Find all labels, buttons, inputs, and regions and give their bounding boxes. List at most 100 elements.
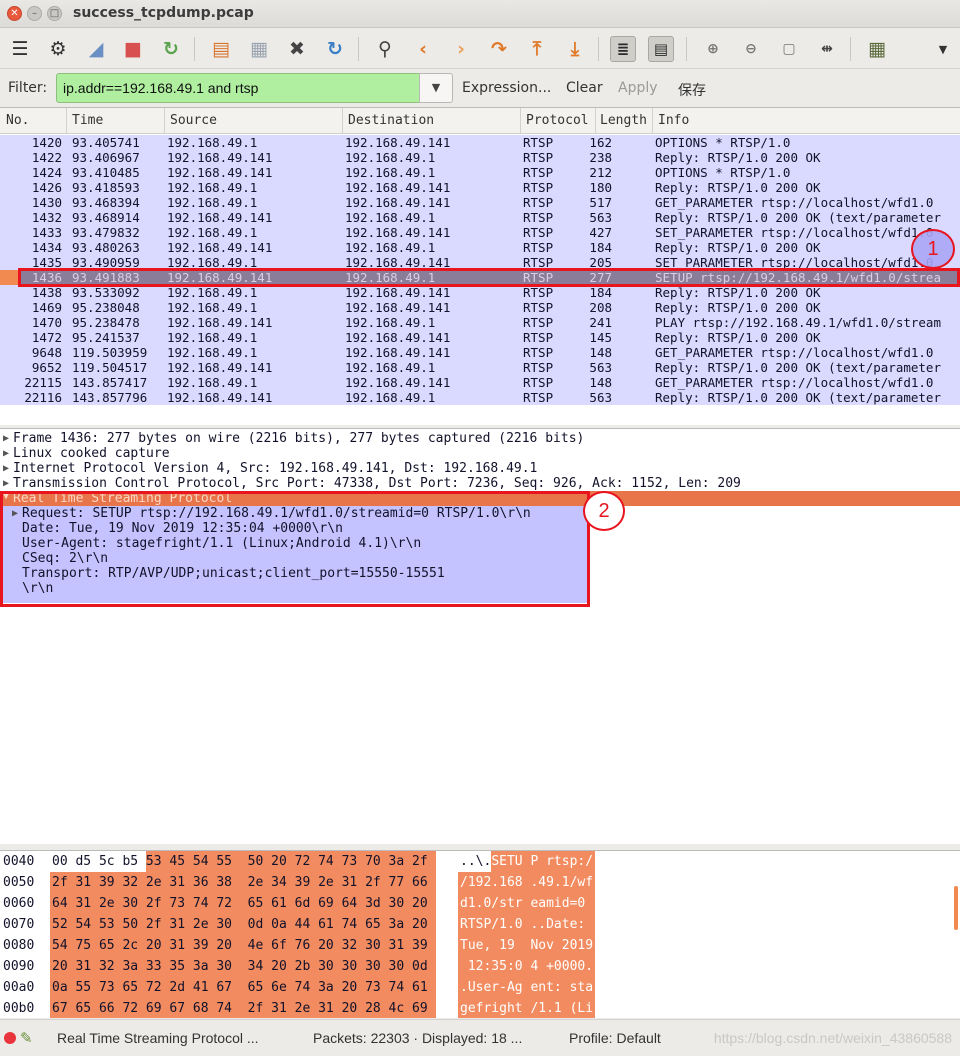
packet-row[interactable]: 9652 119.504517 192.168.49.141 192.168.49.1… <box>0 360 960 375</box>
hex-row[interactable]: 0050 2f 31 39 32 2e 31 36 38 2e 34 39 2e … <box>0 872 960 893</box>
expand-arrow-icon[interactable]: ▶ <box>3 431 9 446</box>
column-header-source[interactable]: Source <box>170 113 217 128</box>
apply-button[interactable]: Apply <box>618 80 658 96</box>
ascii-bytes[interactable]: ..\.SETU P rtsp:/ <box>458 851 595 872</box>
save-file-icon[interactable]: ▦ <box>246 36 272 62</box>
filter-input[interactable]: ip.addr==192.168.49.1 and rtsp <box>56 73 420 103</box>
hex-row[interactable]: 0060 64 31 2e 30 2f 73 74 72 65 61 6d 69 … <box>0 893 960 914</box>
expand-arrow-icon[interactable]: ▶ <box>3 476 9 491</box>
hex-row[interactable]: 0090 20 31 32 3a 33 35 3a 30 34 20 2b 30 … <box>0 956 960 977</box>
hex-bytes[interactable]: 54 75 65 2c 20 31 39 20 4e 6f 76 20 32 3… <box>50 935 436 956</box>
column-header-time[interactable]: Time <box>72 113 103 128</box>
packet-row[interactable]: 1432 93.468914 192.168.49.141 192.168.49.1 R… <box>0 210 960 225</box>
packet-row[interactable]: 1430 93.468394 192.168.49.1 192.168.49.141 R… <box>0 195 960 210</box>
zoom-out-icon[interactable]: ⊖ <box>738 36 764 62</box>
expert-info-icon[interactable] <box>4 1032 16 1044</box>
ascii-bytes[interactable]: RTSP/1.0 ..Date: <box>458 914 595 935</box>
bytes-scrollbar-marker[interactable] <box>954 886 958 930</box>
hex-bytes[interactable]: 52 54 53 50 2f 31 2e 30 0d 0a 44 61 74 6… <box>50 914 436 935</box>
start-capture-icon[interactable]: ◢ <box>83 36 109 62</box>
hex-row[interactable]: 0070 52 54 53 50 2f 31 2e 30 0d 0a 44 61 … <box>0 914 960 935</box>
back-icon[interactable]: ‹ <box>410 36 436 62</box>
more-icon[interactable]: ▼ <box>930 36 956 62</box>
hex-bytes[interactable]: 67 65 66 72 69 67 68 74 2f 31 2e 31 20 2… <box>50 998 436 1018</box>
restart-capture-icon[interactable]: ↻ <box>158 36 184 62</box>
open-file-icon[interactable]: ▤ <box>208 36 234 62</box>
maximize-window-button[interactable]: □ <box>47 6 62 21</box>
hex-bytes[interactable]: 0a 55 73 65 72 2d 41 67 65 6e 74 3a 20 7… <box>50 977 436 998</box>
reload-icon[interactable]: ↻ <box>322 36 348 62</box>
packet-row[interactable]: 1472 95.241537 192.168.49.1 192.168.49.141 R… <box>0 330 960 345</box>
packet-row[interactable]: 1422 93.406967 192.168.49.141 192.168.49.1 R… <box>0 150 960 165</box>
first-packet-icon[interactable]: ⤒ <box>524 36 550 62</box>
cell-proto: RTSP <box>523 210 554 225</box>
stop-capture-icon[interactable]: ■ <box>120 36 146 62</box>
options-icon[interactable]: ⚙ <box>45 36 71 62</box>
packet-list[interactable]: No. Time Source Destination Protocol Len… <box>0 107 960 425</box>
ascii-bytes[interactable]: gefright /1.1 (Li <box>458 998 595 1018</box>
hex-bytes[interactable]: 20 31 32 3a 33 35 3a 30 34 20 2b 30 30 3… <box>50 956 436 977</box>
packet-row[interactable]: 1424 93.410485 192.168.49.141 192.168.49.1 R… <box>0 165 960 180</box>
autoscroll-icon[interactable]: ▤ <box>648 36 674 62</box>
capture-comment-icon[interactable]: ✎ <box>20 1029 33 1047</box>
tree-item-frame[interactable]: ▶ Frame 1436: 277 bytes on wire (2216 bit… <box>0 431 960 446</box>
tree-item-tcp[interactable]: ▶ Transmission Control Protocol, Src Port… <box>0 476 960 491</box>
filter-bar: Filter: ip.addr==192.168.49.1 and rtsp ▼… <box>0 71 960 105</box>
packet-details-pane[interactable]: ▶ Frame 1436: 277 bytes on wire (2216 bit… <box>0 428 960 844</box>
clear-button[interactable]: Clear <box>566 80 603 96</box>
expand-arrow-icon[interactable]: ▶ <box>3 461 9 476</box>
cell-len: 162 <box>589 135 612 150</box>
hex-bytes[interactable]: 2f 31 39 32 2e 31 36 38 2e 34 39 2e 31 2… <box>50 872 436 893</box>
minimize-window-button[interactable]: – <box>27 6 42 21</box>
column-header-info[interactable]: Info <box>658 113 689 128</box>
column-header-protocol[interactable]: Protocol <box>526 113 589 128</box>
packet-row[interactable]: 22116 143.857796 192.168.49.141 192.168.49.… <box>0 390 960 405</box>
hex-row[interactable]: 0040 00 d5 5c b5 53 45 54 55 50 20 72 74 … <box>0 851 960 872</box>
column-header-no[interactable]: No. <box>6 113 29 128</box>
packet-row[interactable]: 22115 143.857417 192.168.49.1 192.168.49.14… <box>0 375 960 390</box>
status-profile[interactable]: Profile: Default <box>569 1030 661 1046</box>
tree-item-ipv4[interactable]: ▶ Internet Protocol Version 4, Src: 192.1… <box>0 461 960 476</box>
packet-row[interactable]: 1420 93.405741 192.168.49.1 192.168.49.141 R… <box>0 135 960 150</box>
cell-time: 93.479832 <box>72 225 140 240</box>
ascii-bytes[interactable]: /192.168 .49.1/wf <box>458 872 595 893</box>
normal-size-icon[interactable]: ▢ <box>776 36 802 62</box>
close-file-icon[interactable]: ✖ <box>284 36 310 62</box>
hex-bytes[interactable]: 64 31 2e 30 2f 73 74 72 65 61 6d 69 64 3… <box>50 893 436 914</box>
save-filter-button[interactable]: 保存 <box>678 80 706 100</box>
packet-row[interactable]: 1434 93.480263 192.168.49.141 192.168.49.1 R… <box>0 240 960 255</box>
zoom-in-icon[interactable]: ⊕ <box>700 36 726 62</box>
cell-dst: 192.168.49.1 <box>345 150 436 165</box>
ascii-bytes[interactable]: 12:35:0 4 +0000. <box>458 956 595 977</box>
hex-bytes[interactable]: 00 d5 5c b5 53 45 54 55 50 20 72 74 73 7… <box>50 851 436 872</box>
hex-row[interactable]: 00a0 0a 55 73 65 72 2d 41 67 65 6e 74 3a … <box>0 977 960 998</box>
ascii-bytes[interactable]: d1.0/str eamid=0 <box>458 893 595 914</box>
last-packet-icon[interactable]: ⤓ <box>562 36 588 62</box>
interfaces-icon[interactable]: ☰ <box>7 36 33 62</box>
resize-columns-icon[interactable]: ⇹ <box>814 36 840 62</box>
capture-filters-icon[interactable]: ▦ <box>864 36 890 62</box>
expand-arrow-icon[interactable]: ▶ <box>3 446 9 461</box>
packet-row[interactable]: 1470 95.238478 192.168.49.141 192.168.49.1 R… <box>0 315 960 330</box>
expression-button[interactable]: Expression... <box>462 80 551 96</box>
hex-row[interactable]: 00b0 67 65 66 72 69 67 68 74 2f 31 2e 31 … <box>0 998 960 1018</box>
ascii-bytes[interactable]: Tue, 19 Nov 2019 <box>458 935 595 956</box>
find-icon[interactable]: ⚲ <box>372 36 398 62</box>
packet-row[interactable]: 1469 95.238048 192.168.49.1 192.168.49.141 R… <box>0 300 960 315</box>
column-header-length[interactable]: Length <box>600 113 647 128</box>
packet-row[interactable]: 1433 93.479832 192.168.49.1 192.168.49.141 R… <box>0 225 960 240</box>
packet-row[interactable]: 1426 93.418593 192.168.49.1 192.168.49.141 R… <box>0 180 960 195</box>
cell-src: 192.168.49.1 <box>167 135 258 150</box>
packet-row[interactable]: 9648 119.503959 192.168.49.1 192.168.49.141… <box>0 345 960 360</box>
ascii-bytes[interactable]: .User-Ag ent: sta <box>458 977 595 998</box>
colorize-icon[interactable]: ≣ <box>610 36 636 62</box>
goto-packet-icon[interactable]: ↷ <box>486 36 512 62</box>
packet-row[interactable]: 1438 93.533092 192.168.49.1 192.168.49.141 R… <box>0 285 960 300</box>
filter-dropdown-button[interactable]: ▼ <box>419 73 453 103</box>
packet-bytes-pane[interactable]: 0040 00 d5 5c b5 53 45 54 55 50 20 72 74 … <box>0 850 960 1018</box>
close-window-button[interactable]: ✕ <box>7 6 22 21</box>
tree-item-linux-cooked[interactable]: ▶ Linux cooked capture <box>0 446 960 461</box>
column-header-destination[interactable]: Destination <box>348 113 434 128</box>
forward-icon[interactable]: › <box>448 36 474 62</box>
hex-row[interactable]: 0080 54 75 65 2c 20 31 39 20 4e 6f 76 20 … <box>0 935 960 956</box>
